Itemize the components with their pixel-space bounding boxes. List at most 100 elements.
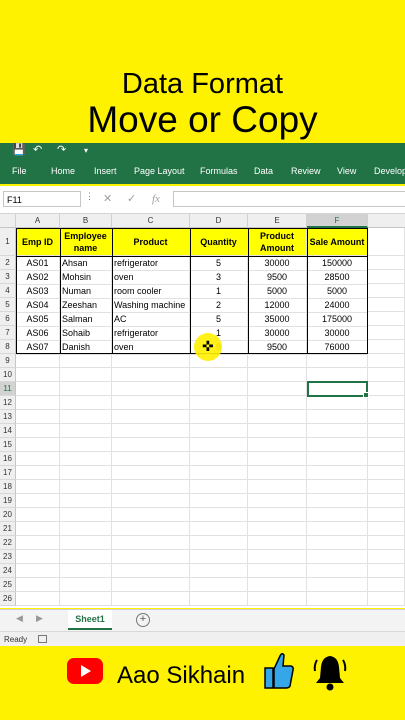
table-cell-e[interactable]: 9500 [248, 271, 307, 285]
table-header-f[interactable]: Sale Amount [307, 228, 368, 256]
column-header-c[interactable]: C [112, 214, 190, 228]
table-cell-e[interactable]: 12000 [248, 299, 307, 313]
table-cell-b[interactable]: Mohsin [60, 271, 112, 285]
cell[interactable] [16, 564, 60, 578]
cell[interactable] [16, 550, 60, 564]
table-cell-d[interactable]: 3 [190, 271, 248, 285]
tab-home[interactable]: Home [51, 158, 75, 184]
cell[interactable] [16, 410, 60, 424]
cell[interactable] [190, 578, 248, 592]
cell[interactable] [60, 354, 112, 368]
cell[interactable] [60, 452, 112, 466]
cell[interactable] [248, 522, 307, 536]
cell[interactable] [307, 536, 368, 550]
table-cell-f[interactable]: 175000 [307, 313, 368, 327]
cell[interactable] [307, 354, 368, 368]
cell[interactable] [112, 536, 190, 550]
cell[interactable] [190, 522, 248, 536]
cell[interactable] [60, 438, 112, 452]
cell[interactable] [190, 564, 248, 578]
cell[interactable] [16, 452, 60, 466]
table-cell-c[interactable]: AC [112, 313, 190, 327]
cell[interactable] [368, 382, 405, 396]
cell[interactable] [190, 382, 248, 396]
cell[interactable] [248, 410, 307, 424]
cell[interactable] [368, 256, 405, 270]
cell[interactable] [248, 494, 307, 508]
cell[interactable] [248, 508, 307, 522]
cell[interactable] [190, 550, 248, 564]
cell[interactable] [60, 578, 112, 592]
cell[interactable] [60, 564, 112, 578]
cell[interactable] [248, 480, 307, 494]
cell[interactable] [368, 326, 405, 340]
cell[interactable] [16, 494, 60, 508]
cell[interactable] [16, 438, 60, 452]
row-header-3[interactable]: 3 [0, 270, 16, 284]
cell[interactable] [16, 396, 60, 410]
undo-icon[interactable]: ↶ [33, 143, 42, 158]
row-header-1[interactable]: 1 [0, 228, 16, 256]
table-cell-b[interactable]: Ahsan [60, 257, 112, 271]
table-cell-c[interactable]: Washing machine [112, 299, 190, 313]
cell[interactable] [307, 564, 368, 578]
cell[interactable] [112, 494, 190, 508]
cell[interactable] [112, 438, 190, 452]
cell[interactable] [112, 466, 190, 480]
cell[interactable] [112, 564, 190, 578]
cell[interactable] [368, 592, 405, 606]
row-header-22[interactable]: 22 [0, 536, 16, 550]
table-header-d[interactable]: Quantity [190, 228, 248, 256]
cell[interactable] [112, 368, 190, 382]
table-cell-d[interactable]: 5 [190, 313, 248, 327]
cell[interactable] [248, 564, 307, 578]
table-header-b[interactable]: Employee name [60, 228, 112, 256]
table-cell-c[interactable]: refrigerator [112, 257, 190, 271]
cell[interactable] [248, 452, 307, 466]
cell[interactable] [368, 340, 405, 354]
cell[interactable] [368, 466, 405, 480]
cell[interactable] [368, 522, 405, 536]
tab-data[interactable]: Data [254, 158, 273, 184]
column-header-g[interactable] [368, 214, 405, 228]
cell[interactable] [307, 424, 368, 438]
table-cell-c[interactable]: oven [112, 271, 190, 285]
cell[interactable] [368, 452, 405, 466]
cell[interactable] [368, 536, 405, 550]
formula-input[interactable] [173, 191, 405, 207]
cell[interactable] [60, 424, 112, 438]
cell[interactable] [307, 396, 368, 410]
cell[interactable] [248, 578, 307, 592]
cell[interactable] [368, 424, 405, 438]
table-cell-e[interactable]: 30000 [248, 327, 307, 341]
cell[interactable] [112, 480, 190, 494]
row-header-7[interactable]: 7 [0, 326, 16, 340]
row-header-15[interactable]: 15 [0, 438, 16, 452]
cell[interactable] [307, 410, 368, 424]
cell[interactable] [307, 522, 368, 536]
table-cell-b[interactable]: Danish [60, 341, 112, 355]
save-icon[interactable]: 💾 [12, 143, 26, 158]
cell[interactable] [248, 396, 307, 410]
cell[interactable] [307, 592, 368, 606]
enter-icon[interactable]: ✓ [127, 191, 136, 207]
row-header-10[interactable]: 10 [0, 368, 16, 382]
cell[interactable] [307, 368, 368, 382]
table-cell-f[interactable]: 24000 [307, 299, 368, 313]
row-header-16[interactable]: 16 [0, 452, 16, 466]
table-cell-e[interactable]: 5000 [248, 285, 307, 299]
sheet-next-icon[interactable]: ▶ [36, 613, 43, 624]
cell[interactable] [60, 592, 112, 606]
table-cell-a[interactable]: AS06 [16, 327, 60, 341]
row-header-13[interactable]: 13 [0, 410, 16, 424]
cell[interactable] [368, 354, 405, 368]
cell[interactable] [16, 536, 60, 550]
cell[interactable] [60, 508, 112, 522]
row-header-17[interactable]: 17 [0, 466, 16, 480]
cell[interactable] [112, 508, 190, 522]
table-cell-a[interactable]: AS07 [16, 341, 60, 355]
row-header-2[interactable]: 2 [0, 256, 16, 270]
table-cell-d[interactable]: 2 [190, 299, 248, 313]
cell[interactable] [368, 298, 405, 312]
redo-icon[interactable]: ↷ [57, 143, 66, 158]
